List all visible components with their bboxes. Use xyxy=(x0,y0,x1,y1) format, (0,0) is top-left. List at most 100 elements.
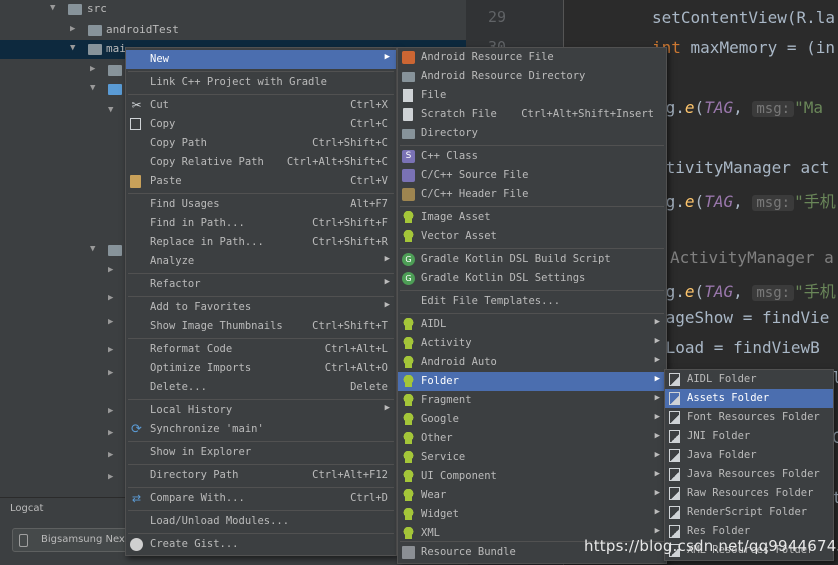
expand-arrow-icon[interactable]: ▼ xyxy=(70,43,80,53)
new-menu-item-c-c-header-file[interactable]: C/C++ Header File xyxy=(398,185,666,204)
context-menu-item-replace-in-path[interactable]: Replace in Path... Ctrl+Shift+R xyxy=(126,233,396,252)
new-menu-item-wear[interactable]: Wear ▶ xyxy=(398,486,666,505)
folder-menu-item-assets-folder[interactable]: Assets Folder xyxy=(665,389,833,408)
context-menu-item-cut[interactable]: ✂ Cut Ctrl+X xyxy=(126,96,396,115)
context-menu-item-analyze[interactable]: Analyze ▶ xyxy=(126,252,396,271)
tree-item-src[interactable]: ▼ src xyxy=(0,0,468,19)
collapse-arrow-icon[interactable]: ▶ xyxy=(108,406,118,416)
new-menu-item-other[interactable]: Other ▶ xyxy=(398,429,666,448)
scratch-file-icon xyxy=(403,108,413,121)
menu-item-label: Res Folder xyxy=(687,525,751,537)
context-menu-item-find-in-path[interactable]: Find in Path... Ctrl+Shift+F xyxy=(126,214,396,233)
collapse-arrow-icon[interactable]: ▶ xyxy=(108,345,118,355)
menu-item-label: Scratch File xyxy=(421,108,497,120)
new-menu-item-fragment[interactable]: Fragment ▶ xyxy=(398,391,666,410)
collapse-arrow-icon[interactable]: ▶ xyxy=(108,472,118,482)
context-menu-item-create-gist[interactable]: Create Gist... xyxy=(126,535,396,554)
folder-menu-item-java-folder[interactable]: Java Folder xyxy=(665,446,833,465)
new-menu-item-ui-component[interactable]: UI Component ▶ xyxy=(398,467,666,486)
context-menu-item-refactor[interactable]: Refactor ▶ xyxy=(126,275,396,294)
submenu-arrow-icon: ▶ xyxy=(384,254,390,264)
collapse-arrow-icon[interactable]: ▶ xyxy=(108,428,118,438)
new-menu-item-gradle-kotlin-dsl-build-script[interactable]: G Gradle Kotlin DSL Build Script xyxy=(398,250,666,269)
new-menu-item-google[interactable]: Google ▶ xyxy=(398,410,666,429)
new-menu-item-android-auto[interactable]: Android Auto ▶ xyxy=(398,353,666,372)
context-menu-item-add-to-favorites[interactable]: Add to Favorites ▶ xyxy=(126,298,396,317)
code-line: mageShow = findVie xyxy=(656,308,830,327)
folder-menu-item-jni-folder[interactable]: JNI Folder xyxy=(665,427,833,446)
submenu-arrow-icon: ▶ xyxy=(384,300,390,310)
collapse-arrow-icon[interactable]: ▶ xyxy=(108,317,118,327)
context-menu-item-link-c-project-with-gradle[interactable]: Link C++ Project with Gradle xyxy=(126,73,396,92)
collapse-arrow-icon[interactable]: ▶ xyxy=(90,64,100,74)
menu-item-label: AIDL xyxy=(421,318,447,330)
new-menu-item-android-resource-file[interactable]: Android Resource File xyxy=(398,48,666,67)
tree-item-label: mai xyxy=(106,42,126,55)
context-menu-item-directory-path[interactable]: Directory Path Ctrl+Alt+F12 xyxy=(126,466,396,485)
context-menu-item-local-history[interactable]: Local History ▶ xyxy=(126,401,396,420)
new-menu-item-scratch-file[interactable]: Scratch File Ctrl+Alt+Shift+Insert xyxy=(398,105,666,124)
expand-arrow-icon[interactable]: ▼ xyxy=(50,3,60,13)
expand-arrow-icon[interactable]: ▼ xyxy=(90,83,100,93)
context-menu-item-delete[interactable]: Delete... Delete xyxy=(126,378,396,397)
folder-icon xyxy=(402,72,415,82)
menu-item-label: Synchronize 'main' xyxy=(150,423,264,435)
new-menu-item-gradle-kotlin-dsl-settings[interactable]: G Gradle Kotlin DSL Settings xyxy=(398,269,666,288)
context-menu-item-show-image-thumbnails[interactable]: Show Image Thumbnails Ctrl+Shift+T xyxy=(126,317,396,336)
folder-icon xyxy=(68,4,82,15)
new-menu-item-aidl[interactable]: AIDL ▶ xyxy=(398,315,666,334)
new-menu-item-folder[interactable]: Folder ▶ xyxy=(398,372,666,391)
menu-item-label: Show Image Thumbnails xyxy=(150,320,283,332)
menu-item-label: C/C++ Source File xyxy=(421,169,529,181)
constant: TAG xyxy=(704,192,734,211)
device-selector[interactable]: Bigsamsung Nex xyxy=(12,528,130,552)
parameter-hint: msg: xyxy=(752,195,795,211)
collapse-arrow-icon[interactable]: ▶ xyxy=(108,265,118,275)
context-menu-item-find-usages[interactable]: Find Usages Alt+F7 xyxy=(126,195,396,214)
tree-item-androidtest[interactable]: ▶ androidTest xyxy=(0,21,468,40)
menu-item-label: New xyxy=(150,53,169,65)
context-menu-item-reformat-code[interactable]: Reformat Code Ctrl+Alt+L xyxy=(126,340,396,359)
submenu-arrow-icon: ▶ xyxy=(654,317,660,327)
new-menu-item-activity[interactable]: Activity ▶ xyxy=(398,334,666,353)
new-menu-item-c-class[interactable]: S C++ Class xyxy=(398,147,666,166)
collapse-arrow-icon[interactable]: ▶ xyxy=(70,24,80,34)
new-menu-item-android-resource-directory[interactable]: Android Resource Directory xyxy=(398,67,666,86)
collapse-arrow-icon[interactable]: ▶ xyxy=(108,368,118,378)
context-menu-item-copy-relative-path[interactable]: Copy Relative Path Ctrl+Alt+Shift+C xyxy=(126,153,396,172)
new-menu-item-widget[interactable]: Widget ▶ xyxy=(398,505,666,524)
new-menu-item-directory[interactable]: Directory xyxy=(398,124,666,143)
context-menu-item-compare-with[interactable]: ⇄ Compare With... Ctrl+D xyxy=(126,489,396,508)
collapse-arrow-icon[interactable]: ▶ xyxy=(108,450,118,460)
context-menu-item-new[interactable]: New ▶ xyxy=(126,50,396,69)
expand-arrow-icon[interactable]: ▼ xyxy=(108,105,118,115)
new-menu-item-service[interactable]: Service ▶ xyxy=(398,448,666,467)
folder-menu-item-renderscript-folder[interactable]: RenderScript Folder xyxy=(665,503,833,522)
context-menu-item-optimize-imports[interactable]: Optimize Imports Ctrl+Alt+O xyxy=(126,359,396,378)
collapse-arrow-icon[interactable]: ▶ xyxy=(108,293,118,303)
context-menu-item-show-in-explorer[interactable]: Show in Explorer xyxy=(126,443,396,462)
folder-menu-item-java-resources-folder[interactable]: Java Resources Folder xyxy=(665,465,833,484)
context-menu-item-copy-path[interactable]: Copy Path Ctrl+Shift+C xyxy=(126,134,396,153)
folder-menu-item-raw-resources-folder[interactable]: Raw Resources Folder xyxy=(665,484,833,503)
context-menu-item-copy[interactable]: Copy Ctrl+C xyxy=(126,115,396,134)
context-menu-item-load-unload-modules[interactable]: Load/Unload Modules... xyxy=(126,512,396,531)
constant: TAG xyxy=(704,282,734,301)
folder-file-icon xyxy=(669,411,680,424)
folder-menu-item-font-resources-folder[interactable]: Font Resources Folder xyxy=(665,408,833,427)
menu-item-label: Find in Path... xyxy=(150,217,245,229)
folder-menu-item-aidl-folder[interactable]: AIDL Folder xyxy=(665,370,833,389)
expand-arrow-icon[interactable]: ▼ xyxy=(90,244,100,254)
new-menu-item-edit-file-templates[interactable]: Edit File Templates... xyxy=(398,292,666,311)
menu-item-label: XML xyxy=(421,527,440,539)
code-line: setContentView(R.la xyxy=(652,8,836,27)
new-menu-item-image-asset[interactable]: Image Asset xyxy=(398,208,666,227)
context-menu-item-synchronize-main[interactable]: ⟳ Synchronize 'main' xyxy=(126,420,396,439)
menu-item-label: Resource Bundle xyxy=(421,546,516,558)
new-menu-item-vector-asset[interactable]: Vector Asset xyxy=(398,227,666,246)
context-menu-item-paste[interactable]: Paste Ctrl+V xyxy=(126,172,396,191)
new-menu-item-file[interactable]: File xyxy=(398,86,666,105)
code-line: nLoad = findViewB xyxy=(656,338,820,357)
shortcut-label: Ctrl+V xyxy=(350,175,388,187)
new-menu-item-c-c-source-file[interactable]: C/C++ Source File xyxy=(398,166,666,185)
